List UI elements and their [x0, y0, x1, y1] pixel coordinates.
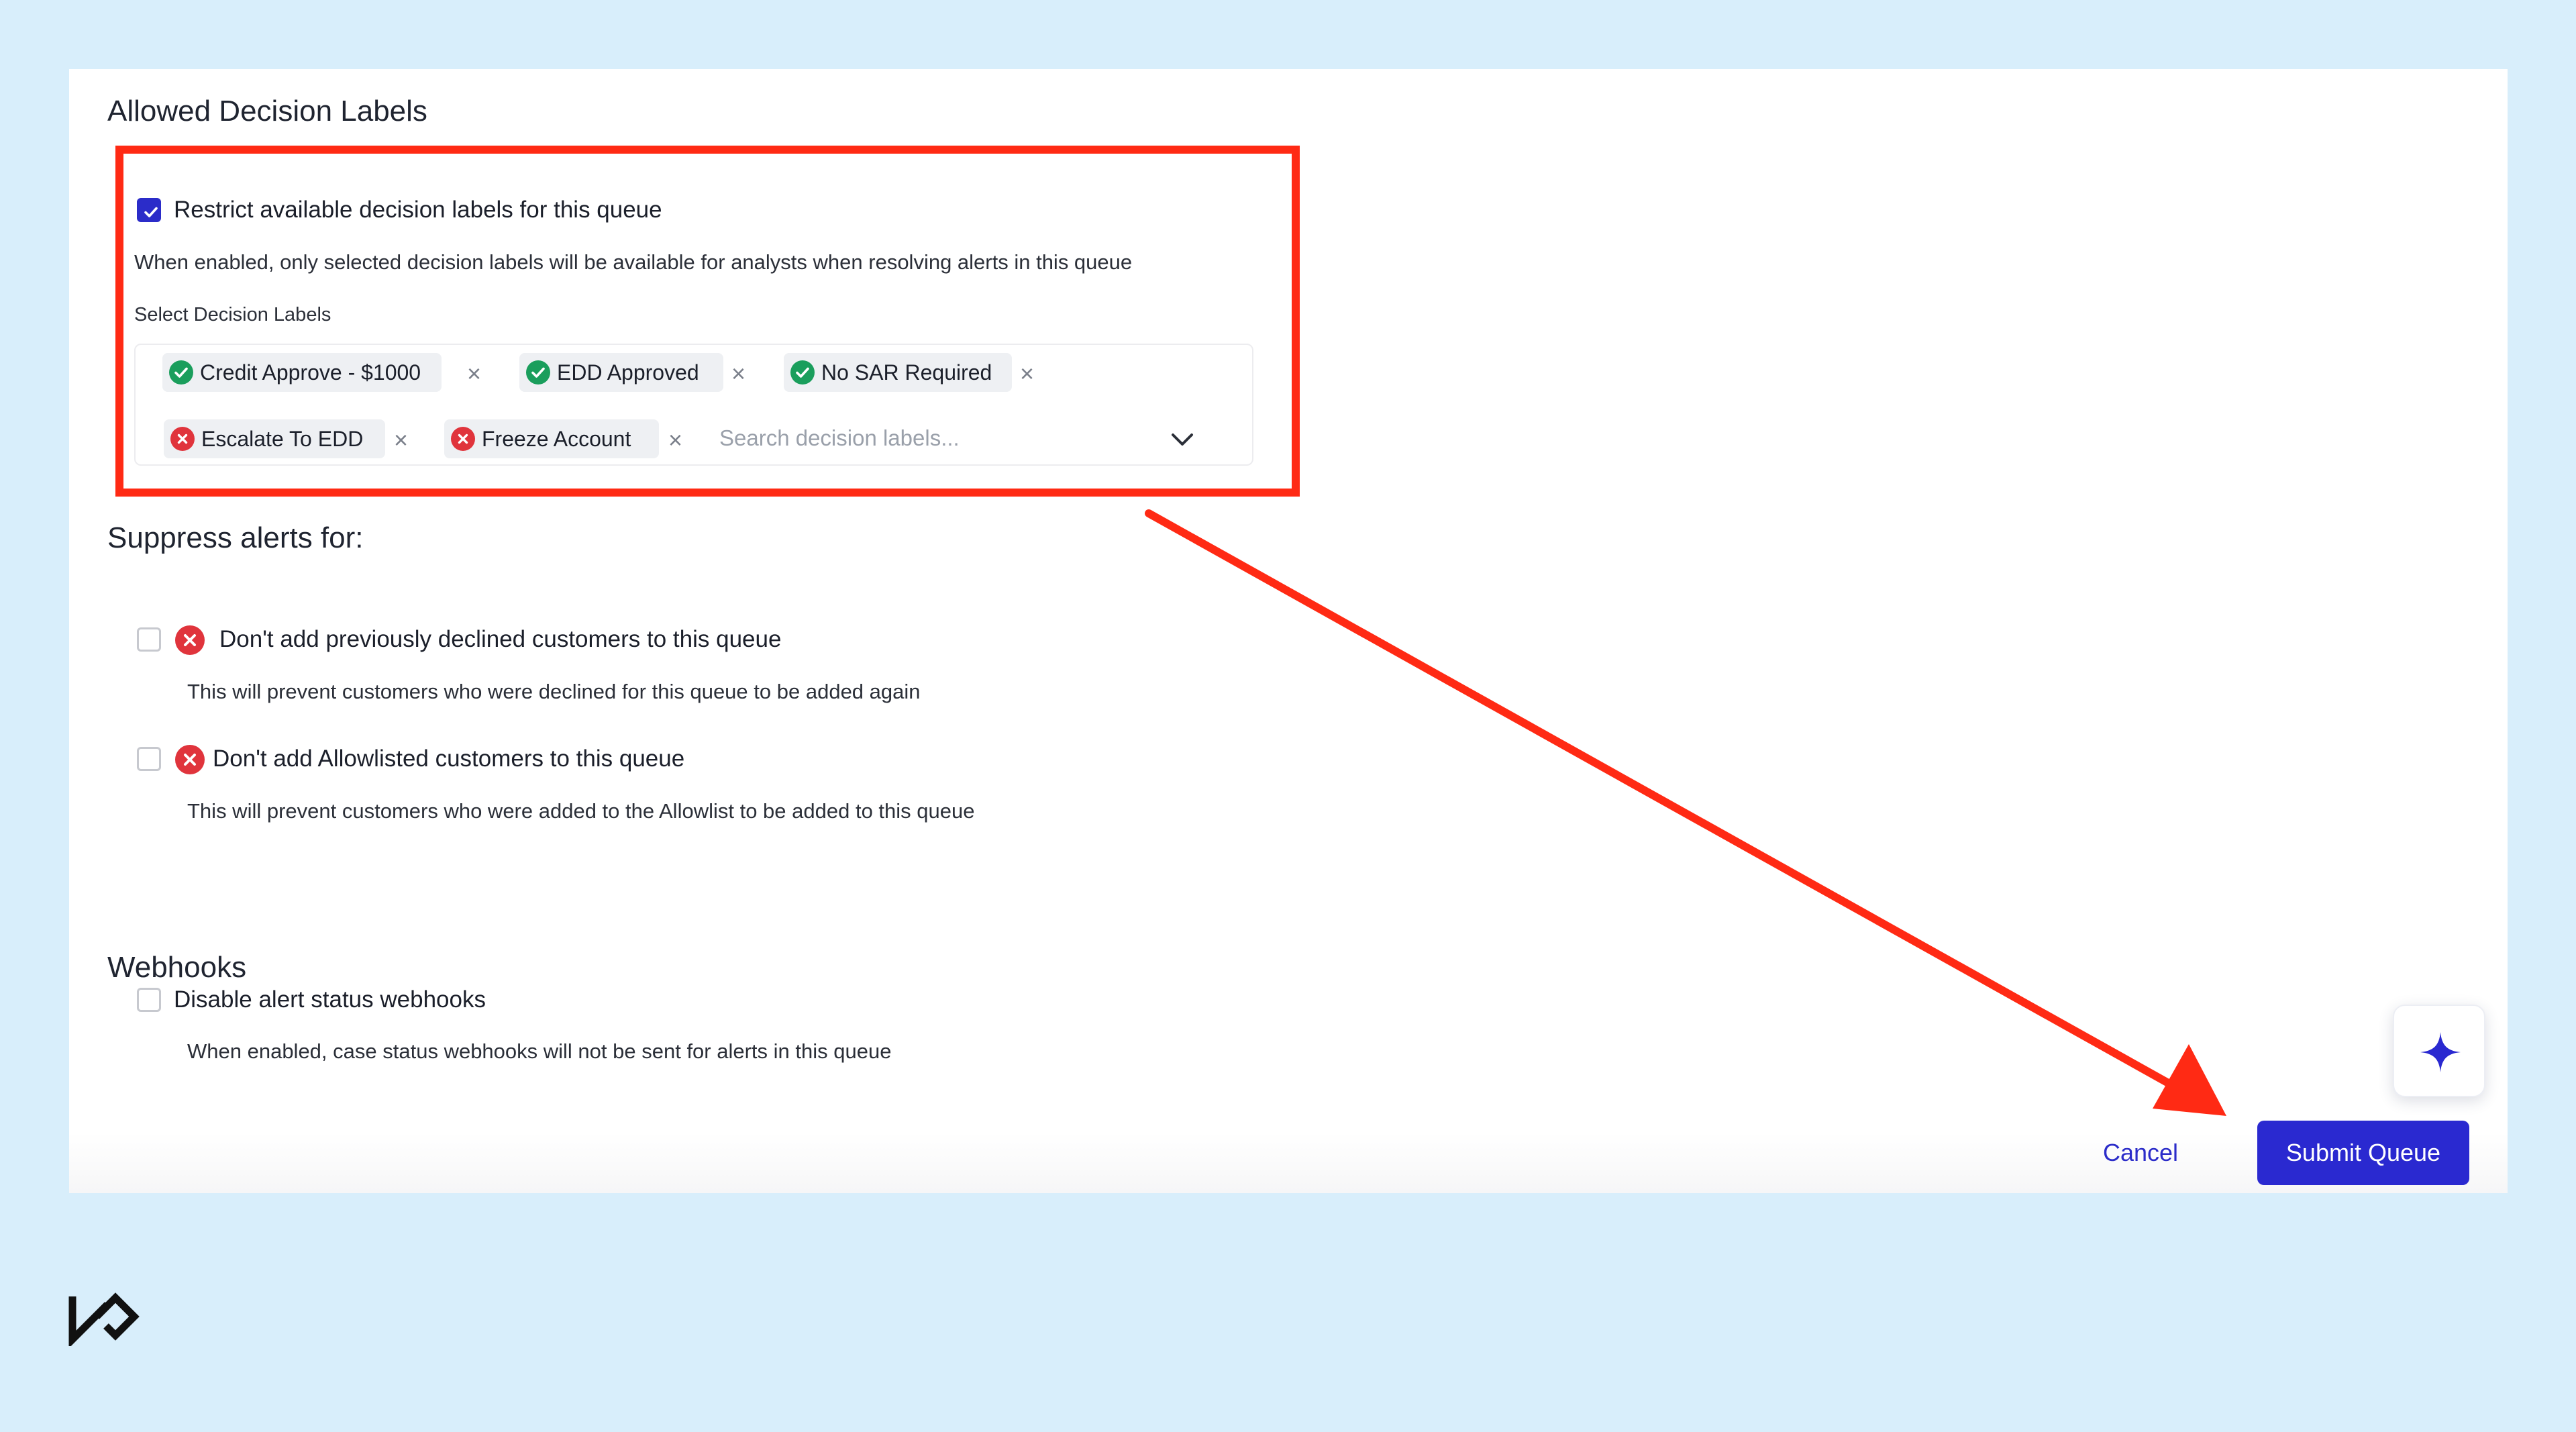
ai-assistant-button[interactable] [2393, 1005, 2485, 1097]
annotation-arrow-icon [1145, 509, 2226, 1116]
submit-queue-button[interactable]: Submit Queue [2257, 1121, 2469, 1185]
cancel-button[interactable]: Cancel [2087, 1121, 2194, 1185]
sparkle-icon [2420, 1032, 2461, 1072]
brand-logo-icon [68, 1292, 140, 1346]
